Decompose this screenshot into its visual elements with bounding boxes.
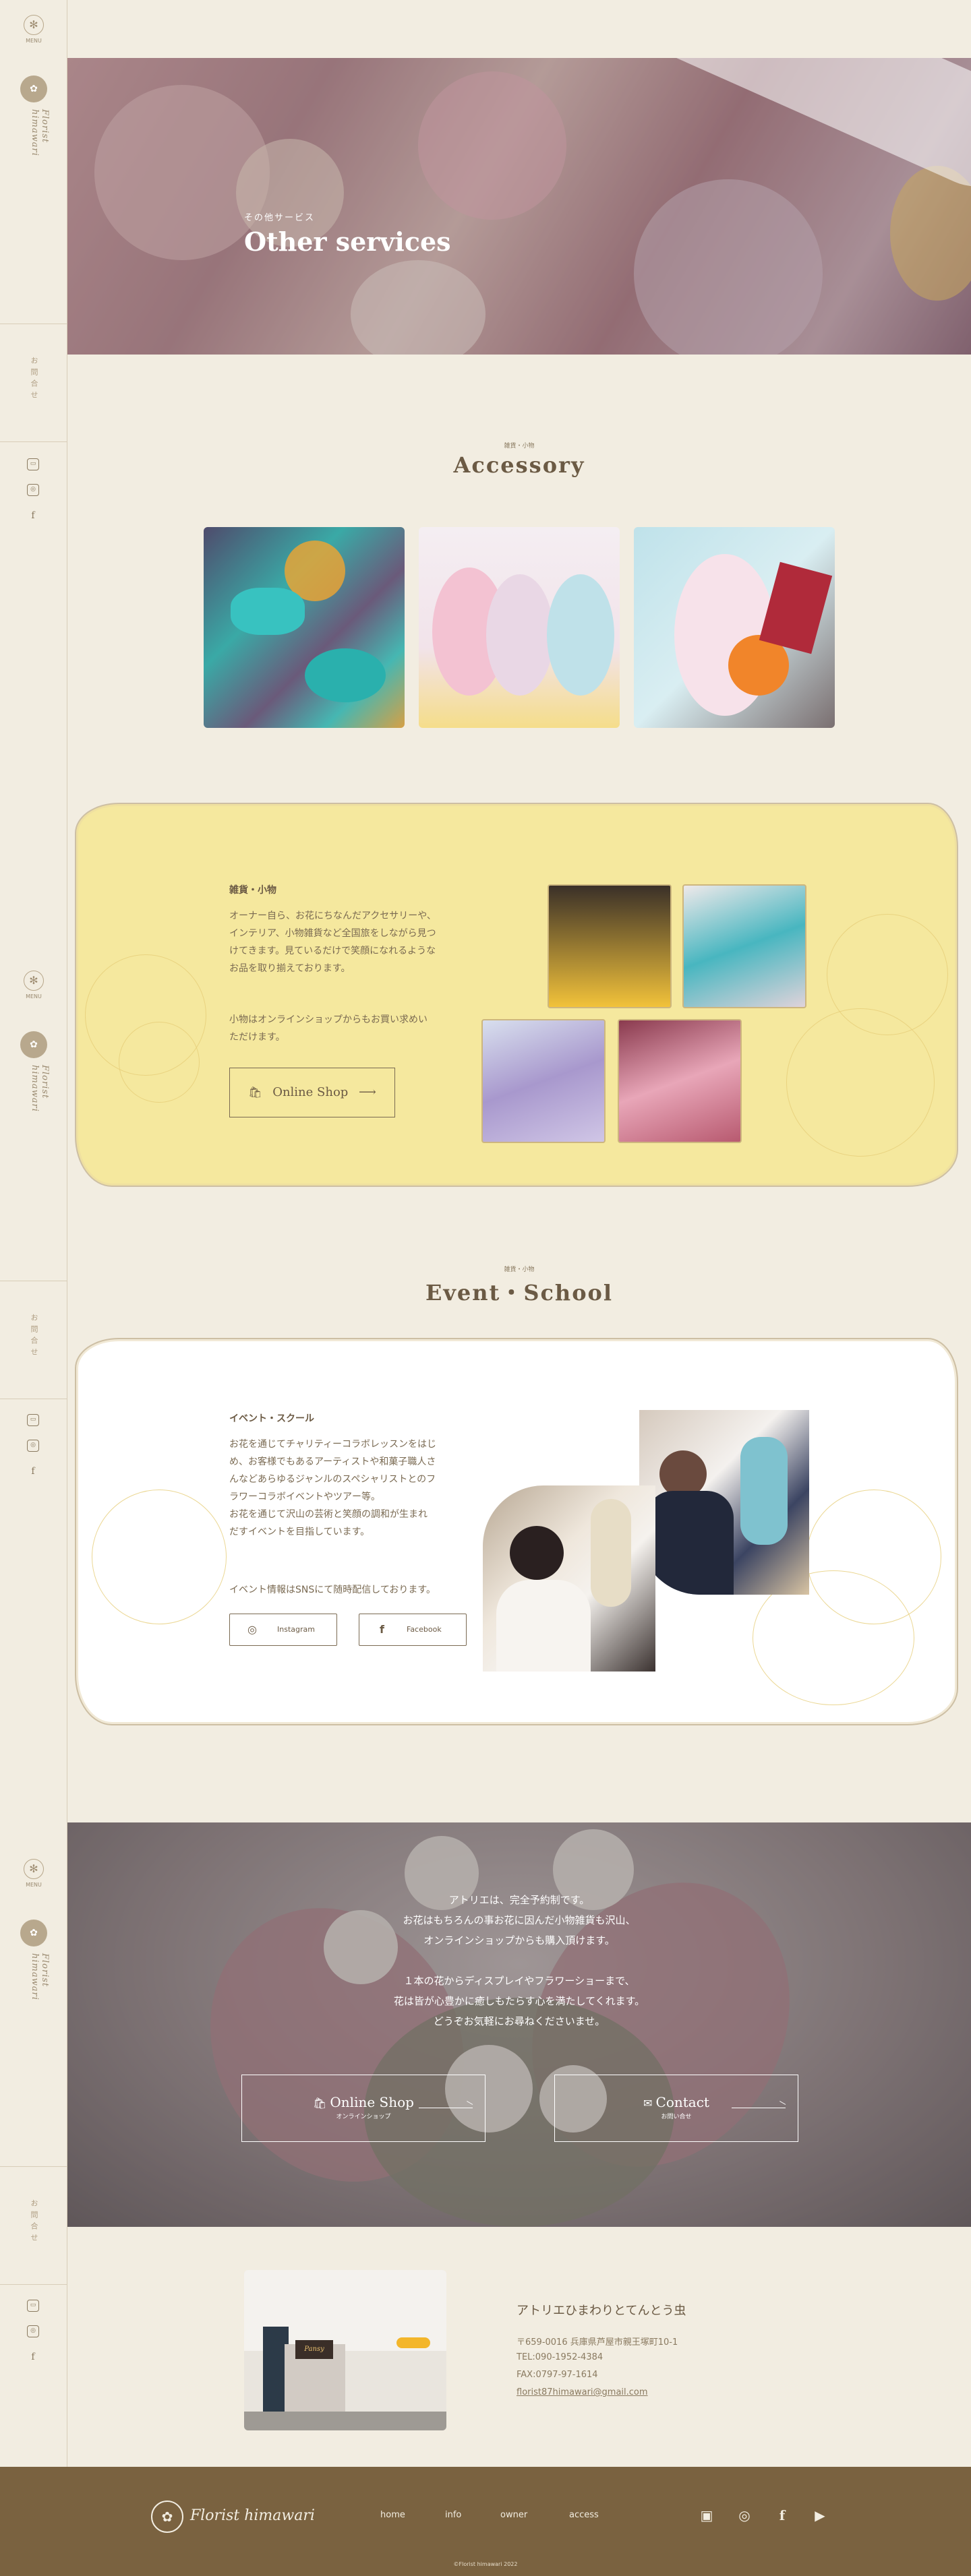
accessory-heading-small: 雑貨・小物 — [504, 443, 535, 450]
menu-label[interactable]: MENU — [0, 38, 67, 44]
bouquet-banner: アトリエは、完全予約制です。 お花はもちろんの事お花に因んだ小物雑貨も沢山、 オ… — [67, 1822, 971, 2227]
shop-fax: FAX:0797-97-1614 — [517, 2370, 598, 2380]
instagram-icon: ◎ — [247, 1623, 257, 1636]
event-heading: 雑貨・小物 Event・School — [67, 1264, 971, 1307]
footer-nav-home[interactable]: home — [380, 2510, 405, 2520]
footer-copyright: ©Florist himawari 2022 — [453, 2561, 518, 2567]
contact-link[interactable]: お問合せ — [0, 1281, 67, 1399]
contact-label: お問合せ — [30, 1314, 38, 1359]
hero-title: Other services — [244, 226, 451, 257]
accessory-thumb-mug — [682, 884, 806, 1008]
brand-vertical-logo[interactable]: Florist himawari — [30, 1953, 50, 2000]
gallery-photo-teacups — [204, 527, 405, 728]
facebook-icon: f — [380, 1623, 384, 1636]
event-panel-text: お花を通じてチャリティーコラボレッスンをはじ め、お客様でもあるアーティストや和… — [229, 1439, 437, 1537]
sidebar-sns: ▭ ◎ f — [27, 1414, 40, 1491]
footer-emblem-icon[interactable]: ✿ — [151, 2501, 183, 2533]
event-panel-title: イベント・スクール — [229, 1413, 314, 1424]
menu-label[interactable]: MENU — [0, 993, 67, 1000]
instagram-button-label: Instagram — [277, 1625, 315, 1634]
brand-emblem-icon[interactable]: ✿ — [20, 75, 47, 102]
online-shop-banner-label: Online Shop — [330, 2094, 414, 2110]
brand-emblem-icon[interactable]: ✿ — [20, 1920, 47, 1946]
brand-vertical-logo[interactable]: Florist himawari — [30, 1065, 50, 1112]
facebook-icon[interactable]: f — [27, 510, 39, 522]
contact-banner-button[interactable]: ✉ Contact お問い合せ — [554, 2075, 798, 2142]
footer-nav-access[interactable]: access — [569, 2510, 599, 2520]
instagram-icon[interactable]: ◎ — [27, 1440, 39, 1452]
shop-tel[interactable]: TEL:090-1952-4384 — [517, 2352, 603, 2362]
shop-email-link[interactable]: florist87himawari@gmail.com — [517, 2387, 648, 2397]
hero-banner: その他サービス Other services — [67, 58, 971, 355]
shop-address: 〒659-0016 兵庫県芦屋市親王塚町10-1 — [517, 2337, 678, 2348]
line-icon[interactable]: ▭ — [27, 458, 39, 470]
shop-storefront-photo: Pansy — [244, 2270, 446, 2430]
menu-icon[interactable] — [24, 971, 44, 991]
menu-label[interactable]: MENU — [0, 1882, 67, 1888]
line-icon[interactable]: ▣ — [697, 2506, 716, 2525]
accessory-thumb-pink-flowers — [618, 1019, 742, 1143]
contact-link[interactable]: お問合せ — [0, 324, 67, 442]
event-panel-note: イベント情報はSNSにて随時配信しております。 — [229, 1585, 436, 1595]
facebook-button[interactable]: f Facebook — [359, 1614, 467, 1646]
accessory-heading: 雑貨・小物 Accessory — [67, 441, 971, 478]
event-heading-small: 雑貨・小物 — [504, 1266, 535, 1273]
accessory-panel-note: 小物はオンラインショップからもお買い求めい ただけます。 — [229, 1014, 428, 1043]
menu-icon[interactable] — [24, 1859, 44, 1879]
floral-line-art — [92, 1490, 227, 1624]
online-shop-banner-button[interactable]: 🛍 Online Shop オンラインショップ — [241, 2075, 486, 2142]
gallery-photo-bunnies — [419, 527, 620, 728]
accessory-thumb-roses — [481, 1019, 606, 1143]
youtube-icon[interactable]: ▶ — [811, 2506, 829, 2525]
brand-vertical-logo[interactable]: Florist himawari — [30, 109, 50, 156]
contact-label: お問合せ — [30, 357, 38, 402]
instagram-button[interactable]: ◎ Instagram — [229, 1614, 337, 1646]
facebook-icon[interactable]: f — [773, 2506, 792, 2525]
brand-emblem-icon[interactable]: ✿ — [20, 1031, 47, 1058]
sidebar-sns: ▭ ◎ f — [27, 2300, 40, 2376]
footer-brand[interactable]: Florist himawari — [190, 2507, 315, 2524]
online-shop-label: Online Shop — [272, 1085, 349, 1099]
contact-banner-label: Contact — [655, 2094, 709, 2110]
bag-icon: 🛍 — [313, 2097, 330, 2110]
accessory-panel-text: オーナー自ら、お花にちなんだアクセサリーや、 インテリア、小物雑貨など全国旅をし… — [229, 911, 436, 974]
online-shop-banner-sub: オンラインショップ — [336, 2114, 391, 2120]
instagram-icon[interactable]: ◎ — [27, 2325, 39, 2337]
shop-sign: Pansy — [295, 2340, 333, 2359]
menu-icon[interactable] — [24, 15, 44, 35]
bag-icon: 🛍 — [248, 1086, 262, 1099]
instagram-icon[interactable]: ◎ — [27, 484, 39, 496]
event-photo-arrangement — [639, 1410, 809, 1595]
footer-nav-owner[interactable]: owner — [500, 2510, 527, 2520]
arrow-right-icon: ⟶ — [359, 1085, 376, 1099]
contact-label: お問合せ — [30, 2199, 38, 2245]
floral-line-art — [786, 1008, 935, 1157]
contact-link[interactable]: お問合せ — [0, 2166, 67, 2285]
line-icon[interactable]: ▭ — [27, 2300, 39, 2312]
event-heading-title: Event・School — [425, 1280, 614, 1306]
hero-subtitle: その他サービス — [244, 213, 316, 223]
shop-name: アトリエひまわりとてんとう虫 — [517, 2304, 686, 2318]
footer-nav-info[interactable]: info — [445, 2510, 461, 2520]
facebook-icon[interactable]: f — [27, 2351, 39, 2363]
floral-line-art — [119, 1022, 200, 1103]
line-icon[interactable]: ▭ — [27, 1414, 39, 1426]
contact-banner-sub: お問い合せ — [661, 2114, 692, 2120]
accessory-heading-title: Accessory — [453, 452, 585, 478]
instagram-icon[interactable]: ◎ — [735, 2506, 754, 2525]
footer: ✿ Florist himawari home info owner acces… — [0, 2467, 971, 2576]
online-shop-button[interactable]: 🛍 Online Shop ⟶ — [229, 1068, 395, 1117]
bouquet-copy: アトリエは、完全予約制です。 お花はもちろんの事お花に因んだ小物雑貨も沢山、 オ… — [393, 1894, 645, 2027]
event-photo-workshop — [483, 1485, 655, 1672]
sidebar-sns: ▭ ◎ f — [27, 458, 40, 535]
accessory-thumb-frame — [548, 884, 672, 1008]
facebook-icon[interactable]: f — [27, 1465, 39, 1477]
accessory-panel-title: 雑貨・小物 — [229, 885, 276, 896]
mail-icon: ✉ — [643, 2097, 656, 2110]
gallery-photo-bunny-sunflower — [634, 527, 835, 728]
facebook-button-label: Facebook — [407, 1625, 442, 1634]
